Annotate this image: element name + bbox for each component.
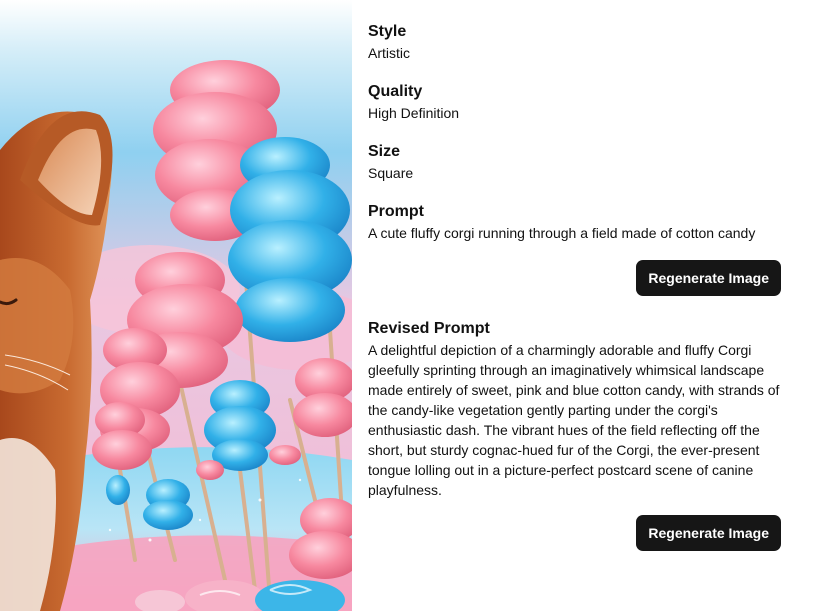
prompt-actions: Regenerate Image bbox=[368, 260, 781, 296]
revised-prompt-label: Revised Prompt bbox=[368, 320, 490, 337]
generated-image-illustration bbox=[0, 0, 352, 611]
prompt-label: Prompt bbox=[368, 203, 424, 220]
size-value: Square bbox=[368, 165, 414, 181]
prompt-value: A cute fluffy corgi running through a fi… bbox=[368, 225, 756, 241]
prompt-field: Prompt A cute fluffy corgi running throu… bbox=[368, 202, 781, 243]
generated-image bbox=[0, 0, 352, 611]
style-label: Style bbox=[368, 23, 407, 40]
regenerate-image-button-revised[interactable]: Regenerate Image bbox=[636, 515, 781, 551]
quality-label: Quality bbox=[368, 83, 423, 100]
style-field: Style Artistic bbox=[368, 22, 781, 63]
image-details-panel: Style Artistic Quality High Definition S… bbox=[368, 22, 781, 551]
size-field: Size Square bbox=[368, 142, 781, 183]
revised-prompt-value: A delightful depiction of a charmingly a… bbox=[368, 342, 780, 498]
revised-prompt-actions: Regenerate Image bbox=[368, 515, 781, 551]
cotton-candy-tree bbox=[204, 380, 276, 471]
revised-prompt-field: Revised Prompt A delightful depiction of… bbox=[368, 319, 781, 500]
style-value: Artistic bbox=[368, 45, 410, 61]
quality-value: High Definition bbox=[368, 105, 460, 121]
quality-field: Quality High Definition bbox=[368, 82, 781, 123]
regenerate-image-button[interactable]: Regenerate Image bbox=[636, 260, 781, 296]
size-label: Size bbox=[368, 143, 401, 160]
